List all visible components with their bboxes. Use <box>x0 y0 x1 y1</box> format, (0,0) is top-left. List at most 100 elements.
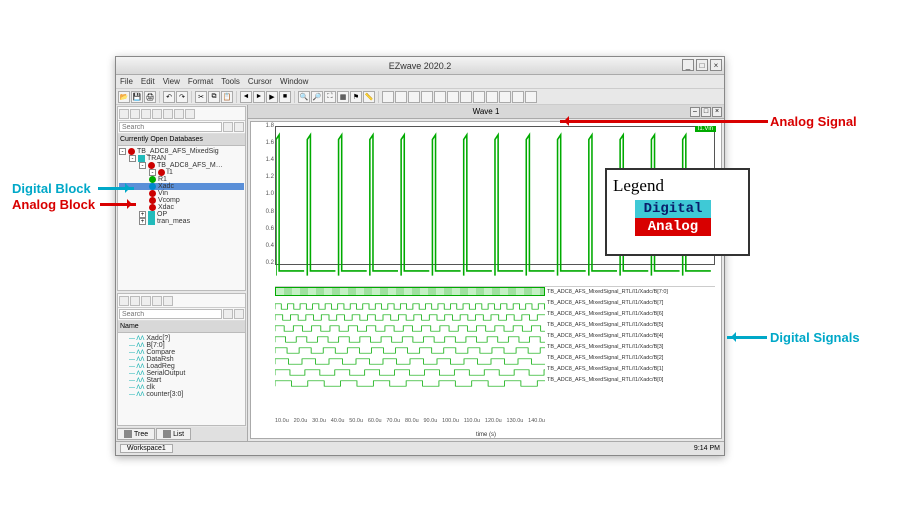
tool-l-icon[interactable] <box>525 91 537 103</box>
db-search-input[interactable] <box>119 122 222 132</box>
digital-channel[interactable] <box>275 298 545 307</box>
list-item[interactable]: — ΛΛ SerialOutput <box>119 370 244 377</box>
save-icon[interactable]: 💾 <box>131 91 143 103</box>
db-tool-icon[interactable] <box>152 109 162 119</box>
tree-item[interactable]: R1 <box>119 176 244 183</box>
tool-f-icon[interactable] <box>447 91 459 103</box>
tree-item[interactable]: Xadc <box>119 183 244 190</box>
tree-item[interactable]: Vin <box>119 190 244 197</box>
sig-search-input[interactable] <box>119 309 222 319</box>
db-tool-icon[interactable] <box>163 109 173 119</box>
tree-item[interactable]: -I1 <box>119 169 244 176</box>
db-tool-icon[interactable] <box>119 109 129 119</box>
clear-icon[interactable] <box>234 122 244 132</box>
digital-signal-label[interactable]: TB_ADC8_AFS_MixedSignal_RTL/I1/Xadc/B[3] <box>547 342 715 351</box>
workspace-tab[interactable]: Workspace1 <box>120 444 173 453</box>
sig-tool-icon[interactable] <box>119 296 129 306</box>
digital-channel[interactable] <box>275 364 545 373</box>
redo-icon[interactable]: ↷ <box>176 91 188 103</box>
digital-signal-label[interactable]: TB_ADC8_AFS_MixedSignal_RTL/I1/Xadc/B[2] <box>547 353 715 362</box>
tree-item[interactable]: Xdac <box>119 204 244 211</box>
menu-tools[interactable]: Tools <box>221 77 240 86</box>
copy-icon[interactable]: ⧉ <box>208 91 220 103</box>
list-item[interactable]: — ΛΛ LoadReg <box>119 363 244 370</box>
db-tool-icon[interactable] <box>141 109 151 119</box>
analog-signal-badge[interactable]: I1.Vin <box>695 126 716 132</box>
tab-list[interactable]: List <box>156 428 191 440</box>
digital-signal-label[interactable]: TB_ADC8_AFS_MixedSignal_RTL/I1/Xadc/B[7] <box>547 298 715 307</box>
digital-channel[interactable] <box>275 375 545 384</box>
list-item[interactable]: — ΛΛ clk <box>119 384 244 391</box>
db-tool-icon[interactable] <box>174 109 184 119</box>
print-icon[interactable]: 🖨 <box>144 91 156 103</box>
digital-channel[interactable] <box>275 331 545 340</box>
undo-icon[interactable]: ↶ <box>163 91 175 103</box>
list-item[interactable]: — ΛΛ Start <box>119 377 244 384</box>
close-button[interactable]: × <box>710 59 722 71</box>
zoom-fit-icon[interactable]: ⛶ <box>324 91 336 103</box>
marker-icon[interactable]: ⚑ <box>350 91 362 103</box>
menu-window[interactable]: Window <box>280 77 308 86</box>
back-icon[interactable]: ◄ <box>240 91 252 103</box>
digital-channel[interactable] <box>275 320 545 329</box>
sig-tool-icon[interactable] <box>152 296 162 306</box>
menu-edit[interactable]: Edit <box>141 77 155 86</box>
menu-format[interactable]: Format <box>188 77 213 86</box>
grid-icon[interactable]: ▦ <box>337 91 349 103</box>
menu-view[interactable]: View <box>163 77 180 86</box>
tool-k-icon[interactable] <box>512 91 524 103</box>
digital-channel[interactable] <box>275 309 545 318</box>
sig-tool-icon[interactable] <box>141 296 151 306</box>
tool-e-icon[interactable] <box>434 91 446 103</box>
list-item[interactable]: — ΛΛ B[7:0] <box>119 342 244 349</box>
db-tool-icon[interactable] <box>130 109 140 119</box>
list-item[interactable]: — ΛΛ DataRsh <box>119 356 244 363</box>
search-icon[interactable] <box>223 122 233 132</box>
digital-channel[interactable] <box>275 342 545 351</box>
digital-signal-label[interactable]: TB_ADC8_AFS_MixedSignal_RTL/I1/Xadc/B[6] <box>547 309 715 318</box>
zoom-in-icon[interactable]: 🔍 <box>298 91 310 103</box>
paste-icon[interactable]: 📋 <box>221 91 233 103</box>
ruler-icon[interactable]: 📏 <box>363 91 375 103</box>
cut-icon[interactable]: ✂ <box>195 91 207 103</box>
tool-j-icon[interactable] <box>499 91 511 103</box>
tree-item[interactable]: -TRAN <box>119 155 244 162</box>
play-icon[interactable]: ▶ <box>266 91 278 103</box>
digital-signal-label[interactable]: TB_ADC8_AFS_MixedSignal_RTL/I1/Xadc/B[7:… <box>547 287 715 296</box>
sig-tool-icon[interactable] <box>163 296 173 306</box>
db-tree[interactable]: -TB_ADC8_AFS_MixedSig-TRAN-TB_ADC8_AFS_M… <box>118 146 245 290</box>
tool-b-icon[interactable] <box>395 91 407 103</box>
wave-max-icon[interactable]: □ <box>701 107 711 117</box>
db-tool-icon[interactable] <box>185 109 195 119</box>
search-icon[interactable] <box>223 309 233 319</box>
digital-bus[interactable] <box>275 287 545 296</box>
menu-cursor[interactable]: Cursor <box>248 77 272 86</box>
tree-item[interactable]: +OP <box>119 211 244 218</box>
digital-plot[interactable]: TB_ADC8_AFS_MixedSignal_RTL/I1/Xadc/B[7:… <box>275 286 715 416</box>
menu-file[interactable]: File <box>120 77 133 86</box>
zoom-out-icon[interactable]: 🔎 <box>311 91 323 103</box>
tool-c-icon[interactable] <box>408 91 420 103</box>
open-icon[interactable]: 📂 <box>118 91 130 103</box>
digital-signal-label[interactable]: TB_ADC8_AFS_MixedSignal_RTL/I1/Xadc/B[4] <box>547 331 715 340</box>
wave-close-icon[interactable]: × <box>712 107 722 117</box>
list-item[interactable]: — ΛΛ counter[3:0] <box>119 391 244 398</box>
list-item[interactable]: — ΛΛ Xadc[?] <box>119 335 244 342</box>
digital-signal-label[interactable]: TB_ADC8_AFS_MixedSignal_RTL/I1/Xadc/B[0] <box>547 375 715 384</box>
tree-item[interactable]: -TB_ADC8_AFS_M… <box>119 162 244 169</box>
digital-signal-label[interactable]: TB_ADC8_AFS_MixedSignal_RTL/I1/Xadc/B[5] <box>547 320 715 329</box>
tool-i-icon[interactable] <box>486 91 498 103</box>
fwd-icon[interactable]: ► <box>253 91 265 103</box>
tab-tree[interactable]: Tree <box>117 428 155 440</box>
minimize-button[interactable]: _ <box>682 59 694 71</box>
tool-g-icon[interactable] <box>460 91 472 103</box>
digital-channel[interactable] <box>275 353 545 362</box>
tree-item[interactable]: -TB_ADC8_AFS_MixedSig <box>119 148 244 155</box>
tree-item[interactable]: Vcomp <box>119 197 244 204</box>
signals-list[interactable]: — ΛΛ Xadc[?]— ΛΛ B[7:0]— ΛΛ Compare— ΛΛ … <box>118 333 245 425</box>
tool-h-icon[interactable] <box>473 91 485 103</box>
stop-icon[interactable]: ■ <box>279 91 291 103</box>
maximize-button[interactable]: □ <box>696 59 708 71</box>
wave-pin-icon[interactable]: – <box>690 107 700 117</box>
tool-a-icon[interactable] <box>382 91 394 103</box>
